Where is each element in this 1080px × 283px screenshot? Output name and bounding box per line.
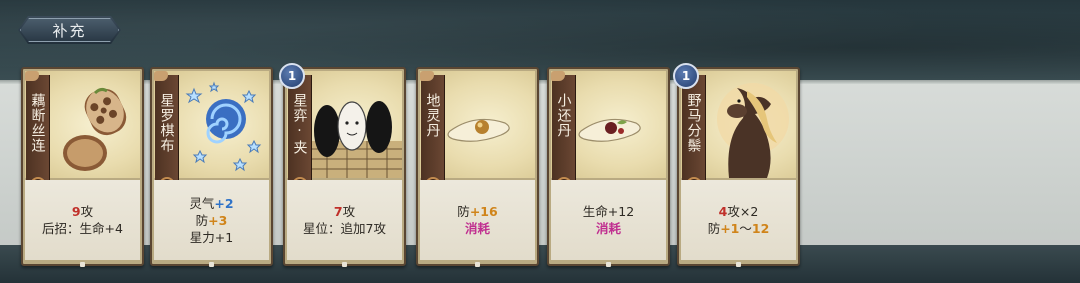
card-diling-dan[interactable]: 地灵丹 防+16 消耗 [416, 67, 539, 267]
card-description: 9攻 后招：生命+4 [25, 180, 140, 260]
desc-consume: 消耗 [464, 221, 490, 236]
card-name: 野马分鬃 [685, 93, 702, 153]
card-name: 小还丹 [555, 93, 572, 138]
desc-consume: 消耗 [595, 221, 621, 236]
desc-defense: 防+1～12 [707, 221, 770, 236]
desc-attack: 7攻 [333, 204, 356, 219]
card-foot-marker [475, 262, 480, 267]
card-description: 4攻×2 防+1～12 [681, 180, 796, 260]
level-badge: 1 [673, 63, 699, 89]
card-foot-marker [80, 262, 85, 267]
card-name-ribbon: 星弈·夹 [287, 71, 312, 193]
card-xingluo-qibu[interactable]: 星罗棋布 灵气+2 防+3 星力+1 [150, 67, 273, 267]
card-oudan-silian[interactable]: 藕断丝连 9攻 后招：生命+4 [21, 67, 144, 267]
card-foot-marker [209, 262, 214, 267]
card-name-ribbon: 野马分鬃 [681, 71, 706, 193]
card-foot-marker [606, 262, 611, 267]
card-yema-fenzong[interactable]: 1 野马分鬃 4攻×2 防+1～12 [673, 63, 800, 267]
card-xiaohuan-dan[interactable]: 小还丹 生命+12 消耗 [547, 67, 670, 267]
desc-defense: 防+3 [195, 212, 228, 228]
card-description: 7攻 星位：追加7攻 [287, 180, 402, 260]
card-name: 星弈·夹 [291, 93, 308, 155]
card-name: 藕断丝连 [29, 93, 46, 153]
card-foot-marker [342, 262, 347, 267]
card-name-ribbon: 星罗棋布 [154, 71, 179, 193]
card-foot-marker [736, 262, 741, 267]
desc-followup: 后招：生命+4 [42, 221, 123, 236]
section-tab-supplement[interactable]: 补充 [18, 16, 121, 44]
desc-star-position: 星位：追加7攻 [303, 221, 386, 236]
desc-qi: 灵气+2 [189, 195, 234, 211]
desc-attack: 4攻×2 [718, 204, 759, 219]
card-name: 地灵丹 [424, 93, 441, 138]
card-name: 星罗棋布 [158, 93, 175, 153]
card-name-ribbon: 地灵丹 [420, 71, 445, 193]
desc-life: 生命+12 [582, 204, 635, 219]
section-title: 补充 [52, 21, 87, 40]
card-description: 灵气+2 防+3 星力+1 [154, 180, 269, 260]
card-name-ribbon: 小还丹 [551, 71, 576, 193]
desc-star-power: 星力+1 [189, 229, 234, 245]
desc-defense: 防+16 [457, 204, 498, 219]
card-description: 防+16 消耗 [420, 180, 535, 260]
desc-attack: 9攻 [71, 204, 94, 219]
card-xingyi-jia[interactable]: 1 星弈·夹 7攻 星位：追加7攻 [279, 63, 406, 267]
card-name-ribbon: 藕断丝连 [25, 71, 50, 193]
card-description: 生命+12 消耗 [551, 180, 666, 260]
level-badge: 1 [279, 63, 305, 89]
